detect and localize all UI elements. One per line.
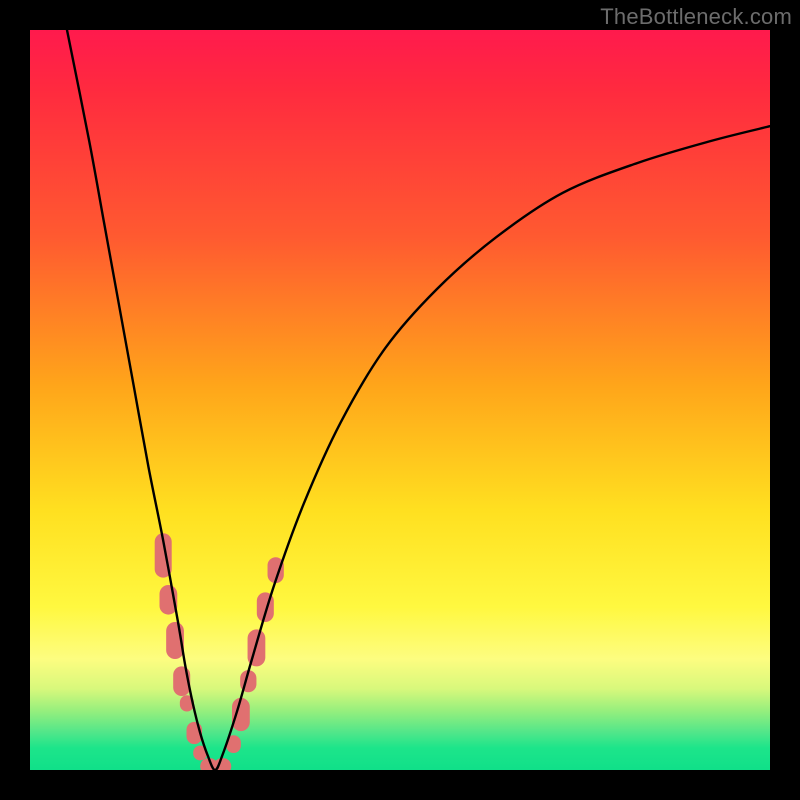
marker-layer xyxy=(155,533,284,770)
chart-svg xyxy=(30,30,770,770)
chart-frame: TheBottleneck.com xyxy=(0,0,800,800)
bottleneck-curve xyxy=(67,30,770,770)
plot-area xyxy=(30,30,770,770)
watermark-label: TheBottleneck.com xyxy=(600,4,792,30)
marker-dot xyxy=(232,698,250,731)
